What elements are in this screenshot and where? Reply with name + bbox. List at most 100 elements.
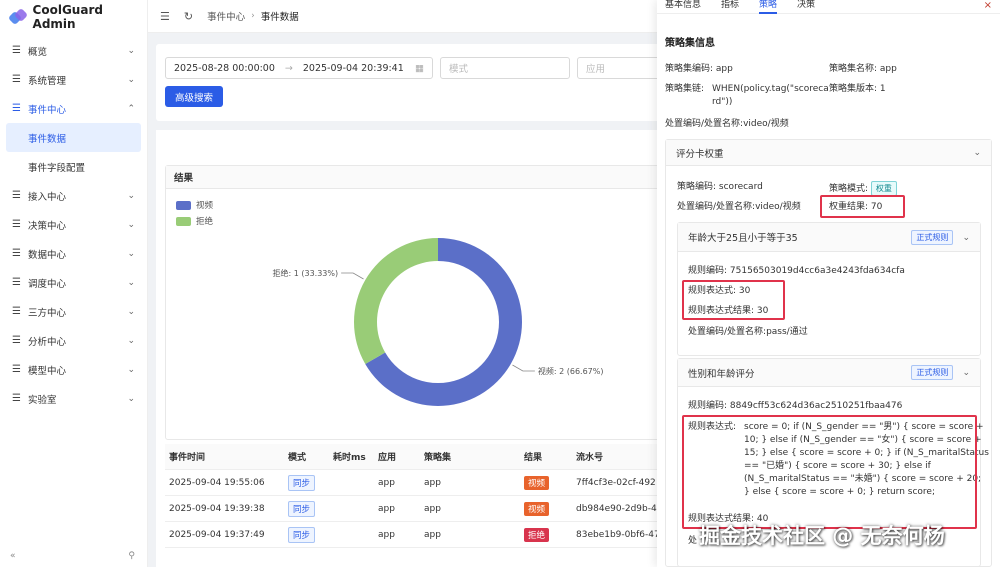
chevron-down-icon: ⌄ bbox=[127, 277, 135, 288]
sidebar-item-label: 实验室 bbox=[28, 394, 57, 406]
cell-policy-set: app bbox=[424, 529, 441, 540]
sidebar-item-overview[interactable]: ☰ 概览 ⌄ bbox=[0, 36, 147, 65]
highlight-box bbox=[682, 415, 977, 529]
menu-icon: ☰ bbox=[12, 190, 21, 201]
table-row[interactable]: 2025-09-04 19:55:06 同步 app app 视频 7ff4cf… bbox=[165, 470, 676, 496]
sidebar-item-access[interactable]: ☰ 接入中心 ⌄ bbox=[0, 181, 147, 210]
cell-mode: 同步 bbox=[284, 500, 329, 517]
arrow-right-icon: → bbox=[284, 62, 293, 74]
sidebar-item-label: 概览 bbox=[28, 46, 48, 58]
chevron-down-icon: ⌄ bbox=[127, 364, 135, 375]
highlight-box bbox=[820, 195, 905, 218]
result-tag: 拒绝 bbox=[524, 527, 550, 542]
field-value: 75156503019d4cc6a3e4243fda634cfa bbox=[729, 266, 905, 276]
result-chart-title: 结果 bbox=[166, 166, 674, 189]
rule-title: 性别和年龄评分 bbox=[688, 368, 755, 380]
column-header[interactable]: 策略集 bbox=[420, 450, 520, 463]
table-row[interactable]: 2025-09-04 19:37:49 同步 app app 拒绝 83ebe1… bbox=[165, 522, 676, 548]
chevron-down-icon: ⌄ bbox=[973, 147, 981, 158]
breadcrumb-item[interactable]: 事件中心 bbox=[207, 9, 245, 23]
breadcrumb-separator-icon: › bbox=[251, 11, 255, 21]
sidebar-item-label: 事件中心 bbox=[28, 104, 67, 116]
result-tag: 视频 bbox=[524, 501, 550, 516]
pie-slice[interactable] bbox=[354, 238, 438, 364]
policy-chain-value: WHEN(policy.tag("scoreca rd")) bbox=[712, 83, 829, 109]
sidebar-item-label: 系统管理 bbox=[28, 75, 67, 87]
chevron-down-icon: ⌄ bbox=[127, 74, 135, 85]
watermark: 掘金技术社区 @ 无奈何杨 bbox=[699, 524, 945, 548]
tab-decision[interactable]: 决策 bbox=[797, 0, 815, 11]
scorecard-card-header[interactable]: 评分卡权重 ⌄ bbox=[666, 140, 991, 166]
result-chart-card: 结果 视频 拒绝 视频: 2 (66.67%) 拒绝: 1 (33.33%) bbox=[165, 165, 675, 440]
mode-tag: 同步 bbox=[288, 526, 316, 543]
sidebar-item-label: 三方中心 bbox=[28, 307, 67, 319]
cell-time: 2025-09-04 19:55:06 bbox=[169, 477, 265, 488]
sidebar-subitem-event-data[interactable]: 事件数据 bbox=[6, 123, 141, 152]
rule-card-header[interactable]: 年龄大于25且小于等于35 正式规则 ⌄ bbox=[678, 223, 980, 252]
cell-app: app bbox=[378, 529, 395, 540]
policy-chain-line: rd")) bbox=[712, 97, 733, 107]
column-header[interactable]: 事件时间 bbox=[165, 450, 284, 463]
sidebar-item-decision[interactable]: ☰ 决策中心 ⌄ bbox=[0, 210, 147, 239]
sidebar-item-analysis[interactable]: ☰ 分析中心 ⌄ bbox=[0, 326, 147, 355]
scorecard-policy-code: 策略编码: scorecard bbox=[677, 181, 763, 194]
chevron-down-icon: ⌄ bbox=[127, 248, 135, 259]
sidebar-item-lab[interactable]: ☰ 实验室 ⌄ bbox=[0, 384, 147, 413]
menu-icon: ☰ bbox=[12, 45, 21, 56]
column-header[interactable]: 耗时ms bbox=[329, 450, 374, 463]
cell-result: 视频 bbox=[520, 475, 572, 490]
sidebar-item-label: 决策中心 bbox=[28, 220, 67, 232]
sidebar: CoolGuard Admin ☰ 概览 ⌄ ☰ 系统管理 ⌄ ☰ 事件中心 ⌃ 事件数据 … bbox=[0, 0, 148, 567]
policy-set-name: 策略集名称: app bbox=[829, 63, 897, 76]
app-logo[interactable]: CoolGuard Admin bbox=[0, 0, 147, 34]
tab-basic-info[interactable]: 基本信息 bbox=[665, 0, 701, 11]
column-header[interactable]: 模式 bbox=[284, 450, 329, 463]
sidebar-item-schedule[interactable]: ☰ 调度中心 ⌄ bbox=[0, 268, 147, 297]
column-header[interactable]: 结果 bbox=[520, 450, 572, 463]
pin-icon[interactable]: ⚲ bbox=[128, 551, 135, 561]
field-label: 处置编码/处置名称: bbox=[665, 119, 744, 129]
field-value: app bbox=[715, 64, 733, 74]
scorecard-policy-mode: 策略模式: 权重 bbox=[829, 181, 897, 196]
sidebar-item-data[interactable]: ☰ 数据中心 ⌄ bbox=[0, 239, 147, 268]
sidebar-subitem-event-field-config[interactable]: 事件字段配置 bbox=[0, 152, 147, 181]
highlight-box bbox=[682, 280, 785, 320]
section-title: 策略集信息 bbox=[665, 38, 715, 49]
date-end: 2025-09-04 20:39:41 bbox=[302, 62, 404, 74]
sidebar-item-model[interactable]: ☰ 模型中心 ⌄ bbox=[0, 355, 147, 384]
field-value: video/视频 bbox=[743, 119, 789, 129]
donut-chart: 视频: 2 (66.67%) 拒绝: 1 (33.33%) bbox=[273, 238, 604, 406]
cell-app: app bbox=[378, 503, 395, 514]
tab-metrics[interactable]: 指标 bbox=[721, 0, 739, 11]
cell-policy-set: app bbox=[424, 503, 441, 514]
rule2-disposal-partial: 处 bbox=[688, 536, 698, 546]
menu-icon: ☰ bbox=[12, 306, 21, 317]
cell-mode: 同步 bbox=[284, 526, 329, 543]
policy-chain-line: WHEN(policy.tag("scoreca bbox=[712, 84, 829, 94]
mode-tag: 同步 bbox=[288, 500, 316, 517]
sidebar-item-system[interactable]: ☰ 系统管理 ⌄ bbox=[0, 65, 147, 94]
sidebar-item-third-party[interactable]: ☰ 三方中心 ⌄ bbox=[0, 297, 147, 326]
menu-icon: ☰ bbox=[12, 277, 21, 288]
pie-data-label: 视频: 2 (66.67%) bbox=[538, 366, 604, 376]
advanced-search-button[interactable]: 高级搜索 bbox=[165, 86, 224, 107]
close-icon[interactable]: × bbox=[984, 0, 992, 11]
sidebar-item-event-center[interactable]: ☰ 事件中心 ⌃ bbox=[0, 94, 147, 123]
menu-icon: ☰ bbox=[12, 74, 21, 85]
field-value: 8849cff53c624d36ac2510251fbaa476 bbox=[729, 401, 903, 411]
menu-toggle-icon[interactable]: ☰ bbox=[160, 10, 170, 23]
sidebar-nav: ☰ 概览 ⌄ ☰ 系统管理 ⌄ ☰ 事件中心 ⌃ 事件数据 事件字段配置 ☰ 接入中心 ⌄ ☰ 决… bbox=[0, 36, 147, 413]
refresh-icon[interactable]: ↻ bbox=[184, 10, 193, 23]
column-header[interactable]: 应用 bbox=[374, 450, 420, 463]
mode-tag: 同步 bbox=[288, 474, 316, 491]
collapse-sidebar-icon[interactable]: « bbox=[10, 551, 16, 561]
cell-app: app bbox=[378, 477, 395, 488]
date-range-picker[interactable]: 2025-08-28 00:00:00 → 2025-09-04 20:39:4… bbox=[165, 57, 433, 79]
table-row[interactable]: 2025-09-04 19:39:38 同步 app app 视频 db984e… bbox=[165, 496, 676, 522]
chevron-down-icon: ⌄ bbox=[962, 232, 970, 243]
tab-policy[interactable]: 策略 bbox=[759, 0, 778, 14]
mode-select[interactable]: 模式 bbox=[440, 57, 570, 79]
chevron-down-icon: ⌄ bbox=[127, 190, 135, 201]
rule-card-header[interactable]: 性别和年龄评分 正式规则 ⌄ bbox=[678, 359, 980, 387]
policy-chain-label: 策略集链: bbox=[665, 84, 705, 94]
